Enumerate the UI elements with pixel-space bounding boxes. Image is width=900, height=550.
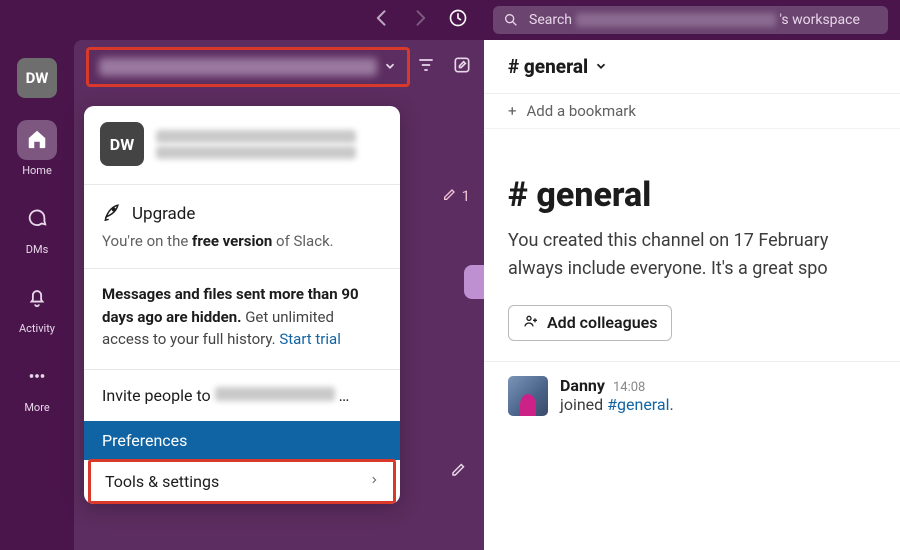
plus-icon: + bbox=[508, 102, 517, 120]
dms-icon bbox=[26, 207, 48, 232]
channel-link[interactable]: #general bbox=[607, 395, 669, 414]
message-body: joined #general. bbox=[560, 395, 674, 414]
search-blurred-text bbox=[576, 13, 776, 27]
edit-icon[interactable] bbox=[450, 460, 468, 482]
back-icon[interactable] bbox=[372, 8, 392, 32]
workspace-switcher[interactable] bbox=[86, 47, 410, 87]
workspace-menu-title-blurred bbox=[156, 127, 356, 162]
chevron-right-icon bbox=[369, 472, 379, 491]
history-icon[interactable] bbox=[448, 8, 468, 32]
add-bookmark-label: Add a bookmark bbox=[527, 102, 636, 120]
filter-icon[interactable] bbox=[416, 55, 436, 79]
menu-history-info: Messages and files sent more than 90 day… bbox=[84, 269, 400, 369]
nav-rail: DW Home DMs Activity More bbox=[0, 40, 74, 550]
upgrade-label: Upgrade bbox=[132, 204, 195, 224]
rail-item-dms[interactable]: DMs bbox=[17, 199, 57, 256]
search-label-suffix: 's workspace bbox=[780, 12, 860, 28]
search-label-prefix: Search bbox=[529, 12, 572, 28]
preferences-label: Preferences bbox=[102, 431, 187, 450]
main-pane: # general + Add a bookmark # general You… bbox=[484, 40, 900, 550]
channel-intro-text: You created this channel on 17 February … bbox=[508, 227, 876, 283]
workspace-menu: DW Upgrade You're on the free version of… bbox=[84, 106, 400, 504]
workspace-badge: DW bbox=[100, 122, 144, 166]
start-trial-link[interactable]: Start trial bbox=[279, 330, 341, 348]
rail-item-home[interactable]: Home bbox=[17, 120, 57, 177]
pencil-icon bbox=[442, 186, 458, 206]
rail-label: DMs bbox=[26, 243, 49, 256]
rail-item-activity[interactable]: Activity bbox=[17, 278, 57, 335]
workspace-name-blurred bbox=[99, 58, 377, 76]
invite-label: Invite people to bbox=[102, 386, 211, 405]
compose-icon[interactable] bbox=[452, 55, 472, 79]
chevron-down-icon bbox=[377, 58, 397, 77]
forward-icon[interactable] bbox=[410, 8, 430, 32]
menu-upgrade[interactable]: Upgrade You're on the free version of Sl… bbox=[84, 185, 400, 268]
person-add-icon bbox=[523, 313, 539, 333]
rail-label: Home bbox=[22, 164, 52, 177]
drafts-indicator[interactable]: 1 bbox=[442, 186, 470, 206]
selected-channel-highlight bbox=[464, 265, 484, 299]
channel-title-button[interactable]: # general bbox=[508, 55, 608, 78]
menu-tools-settings[interactable]: Tools & settings bbox=[88, 459, 396, 504]
search-input[interactable]: Search 's workspace bbox=[493, 6, 888, 34]
channel-title: # general bbox=[508, 55, 588, 78]
invite-blurred-text bbox=[215, 387, 335, 401]
top-bar: Search 's workspace bbox=[0, 0, 900, 40]
rail-label: Activity bbox=[19, 322, 55, 335]
draft-count: 1 bbox=[462, 187, 470, 205]
more-icon bbox=[26, 365, 48, 390]
add-colleagues-label: Add colleagues bbox=[547, 313, 657, 332]
avatar[interactable] bbox=[508, 376, 548, 416]
message-author[interactable]: Danny bbox=[560, 376, 605, 395]
channel-intro-heading: # general bbox=[508, 175, 876, 215]
menu-invite[interactable]: Invite people to … bbox=[84, 370, 400, 421]
add-bookmark-button[interactable]: + Add a bookmark bbox=[484, 94, 900, 129]
bell-icon bbox=[26, 286, 48, 311]
message-row[interactable]: Danny 14:08 joined #general. bbox=[484, 361, 900, 430]
upgrade-subtext: You're on the free version of Slack. bbox=[102, 232, 382, 250]
chevron-down-icon bbox=[594, 55, 608, 78]
home-icon bbox=[26, 128, 48, 153]
tools-label: Tools & settings bbox=[105, 472, 219, 491]
workspace-badge[interactable]: DW bbox=[17, 58, 57, 98]
add-colleagues-button[interactable]: Add colleagues bbox=[508, 305, 672, 341]
menu-preferences[interactable]: Preferences bbox=[84, 421, 400, 460]
rocket-icon bbox=[102, 201, 122, 226]
rail-label: More bbox=[24, 401, 49, 414]
message-time: 14:08 bbox=[613, 380, 645, 395]
rail-item-more[interactable]: More bbox=[17, 357, 57, 414]
